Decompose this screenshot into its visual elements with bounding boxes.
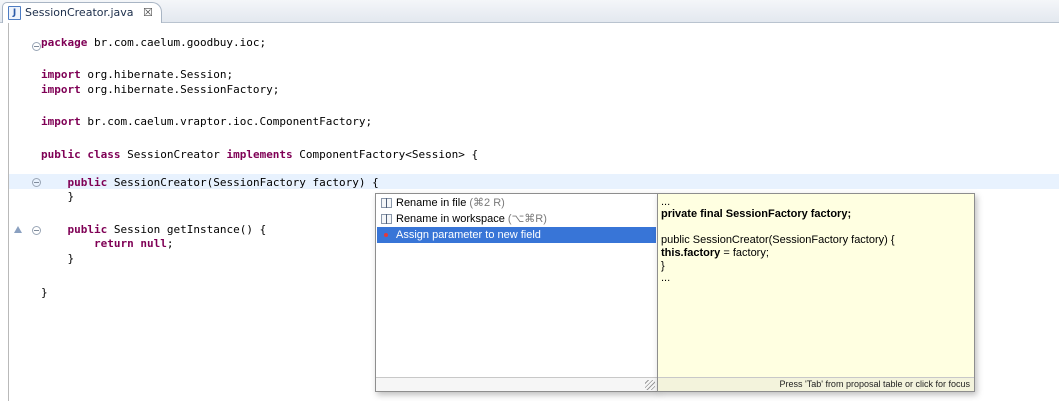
resize-grip-icon[interactable] — [645, 380, 655, 390]
code-line: import br.com.caelum.vraptor.ioc.Compone… — [41, 114, 372, 129]
code-text: Session getInstance() { — [107, 223, 267, 236]
rename-icon — [381, 214, 392, 224]
preview-line: ... — [661, 272, 671, 284]
proposal-shortcut: (⌘2 R) — [469, 197, 505, 209]
code-line: } — [41, 190, 75, 203]
code-text: br.com.caelum.goodbuy.ioc; — [87, 36, 267, 49]
keyword: import — [41, 115, 81, 128]
keyword: implements — [226, 148, 293, 161]
field-assign-icon — [381, 230, 392, 240]
proposal-rename-in-file[interactable]: Rename in file (⌘2 R) — [377, 195, 656, 211]
preview-line: private final SessionFactory factory; — [661, 208, 851, 220]
code-text: SessionCreator — [120, 148, 227, 161]
code-line: } — [41, 252, 75, 265]
preview-status-bar: Press 'Tab' from proposal table or click… — [658, 377, 974, 391]
code-line: import org.hibernate.Session; — [41, 67, 233, 82]
keyword: package — [41, 36, 88, 49]
code-line: package br.com.caelum.goodbuy.ioc; — [41, 35, 266, 50]
keyword: public class — [41, 148, 121, 161]
editor-tab-sessioncreator[interactable]: J SessionCreator.java ☒ — [2, 2, 162, 23]
code-line: return null; — [41, 236, 173, 251]
proposal-preview-pane[interactable]: ... private final SessionFactory factory… — [657, 193, 975, 392]
keyword: public — [67, 223, 108, 236]
fold-collapse-icon[interactable] — [32, 42, 41, 51]
keyword: public — [67, 176, 108, 189]
keyword: return null — [93, 237, 167, 250]
quickfix-proposal-list[interactable]: Rename in file (⌘2 R) Rename in workspac… — [375, 193, 658, 392]
override-marker-icon — [14, 226, 22, 233]
java-file-icon: J — [8, 6, 21, 20]
preview-bold-text: this.factory — [661, 247, 721, 259]
code-text: ; — [166, 237, 174, 250]
rename-icon — [381, 198, 392, 208]
editor-tab-bar: J SessionCreator.java ☒ — [0, 0, 1059, 23]
code-line: public class SessionCreator implements C… — [41, 147, 478, 162]
code-line: import org.hibernate.SessionFactory; — [41, 82, 279, 97]
tab-title: SessionCreator.java — [25, 6, 134, 19]
preview-text: = factory; — [720, 247, 769, 259]
ruler-border — [8, 23, 9, 401]
code-line: public SessionCreator(SessionFactory fac… — [41, 175, 379, 190]
proposal-assign-parameter[interactable]: Assign parameter to new field — [377, 227, 656, 243]
code-text: org.hibernate.SessionFactory; — [80, 83, 280, 96]
fold-collapse-icon[interactable] — [32, 178, 41, 187]
code-text: SessionCreator(SessionFactory factory) { — [107, 176, 379, 189]
proposal-label: Assign parameter to new field — [396, 229, 541, 241]
preview-line: this.factory = factory; — [661, 247, 769, 259]
keyword: import — [41, 68, 81, 81]
preview-bold-text: private final SessionFactory factory; — [661, 208, 852, 220]
proposal-rename-in-workspace[interactable]: Rename in workspace (⌥⌘R) — [377, 211, 656, 227]
preview-line: ... — [661, 196, 671, 208]
code-line: public Session getInstance() { — [41, 222, 267, 237]
code-text: org.hibernate.Session; — [80, 68, 234, 81]
code-text: ComponentFactory<Session> { — [292, 148, 479, 161]
preview-line: public SessionCreator(SessionFactory fac… — [661, 234, 895, 246]
code-line: } — [41, 286, 48, 299]
proposal-status-bar — [376, 377, 657, 391]
close-icon[interactable]: ☒ — [143, 6, 153, 19]
proposal-label: Rename in workspace — [396, 213, 505, 225]
proposal-label: Rename in file — [396, 197, 467, 209]
preview-line: } — [661, 260, 665, 272]
keyword: import — [41, 83, 81, 96]
focus-hint: Press 'Tab' from proposal table or click… — [779, 379, 970, 389]
code-text: br.com.caelum.vraptor.ioc.ComponentFacto… — [80, 115, 373, 128]
fold-collapse-icon[interactable] — [32, 226, 41, 235]
proposal-shortcut: (⌥⌘R) — [507, 213, 547, 225]
